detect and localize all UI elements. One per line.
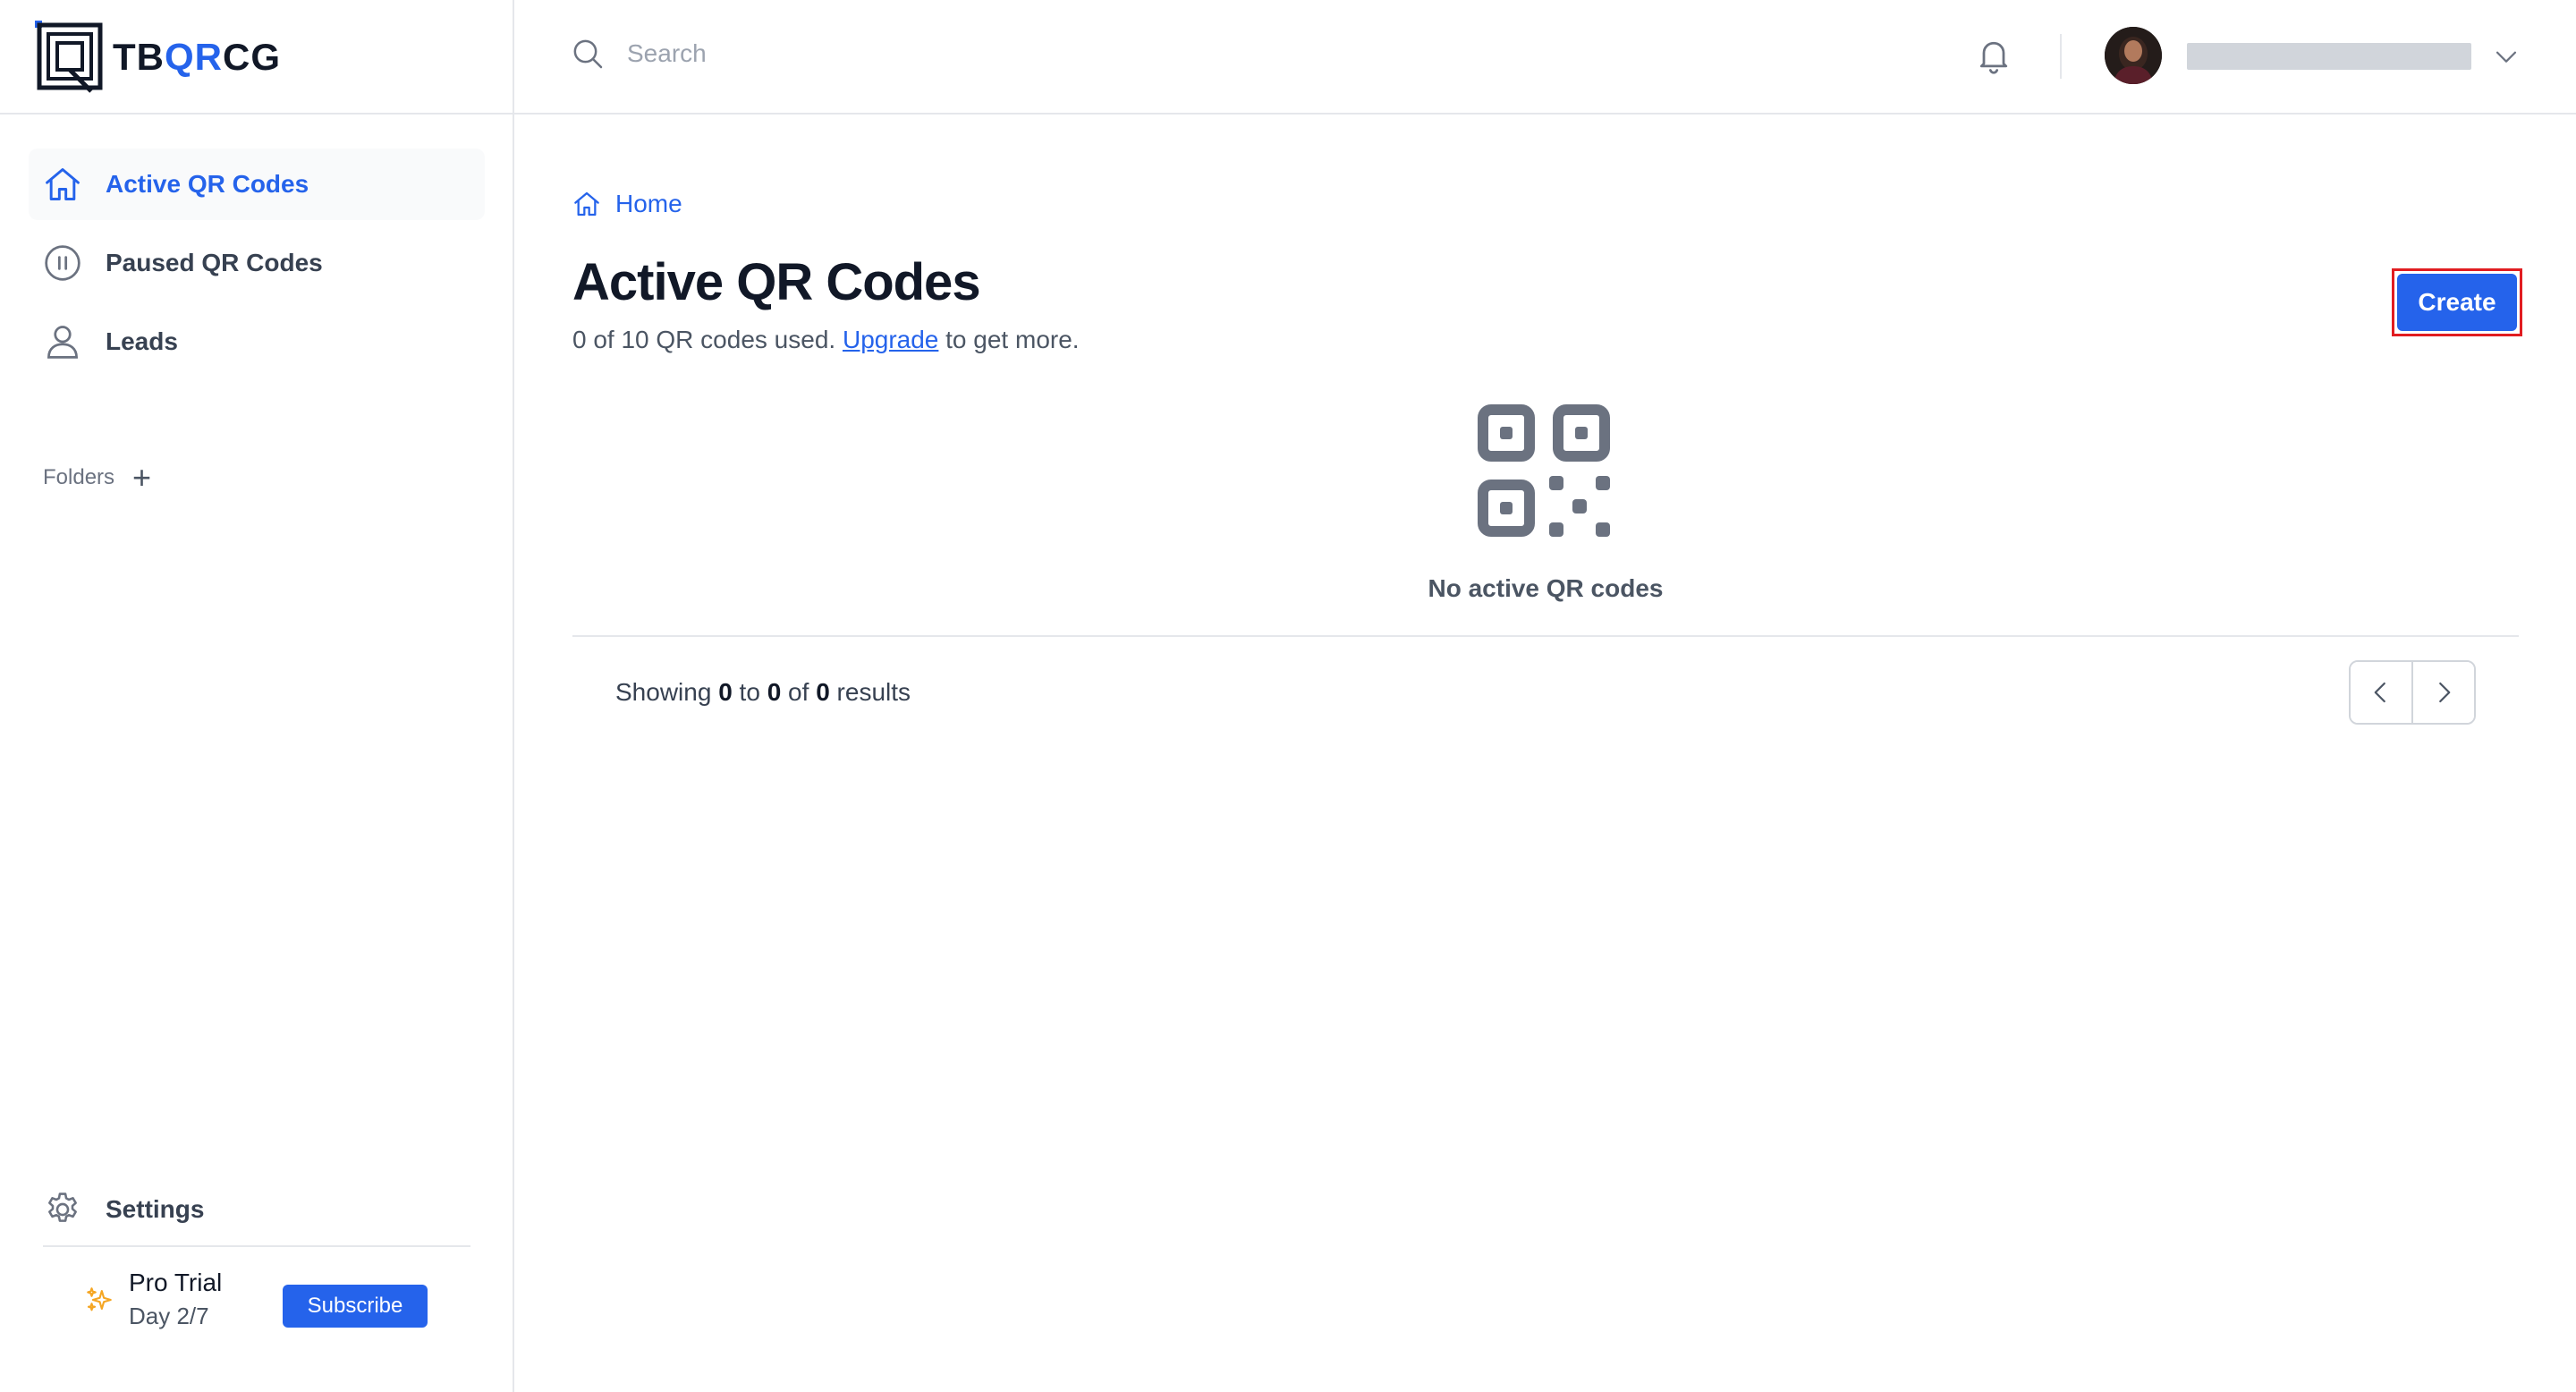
sidebar-header-divider	[0, 113, 514, 115]
bell-icon[interactable]	[1974, 36, 2013, 75]
gear-icon	[48, 1193, 77, 1222]
sidebar-item-settings[interactable]: Settings	[43, 1190, 204, 1229]
pause-circle-icon	[43, 243, 82, 283]
chevron-down-icon[interactable]	[2491, 41, 2521, 72]
create-button[interactable]: Create	[2397, 274, 2517, 331]
sidebar-item-leads[interactable]: Leads	[29, 306, 485, 378]
sidebar-nav: Active QR Codes Paused QR Codes Leads	[29, 149, 485, 385]
create-button-highlight: Create	[2392, 268, 2522, 336]
avatar[interactable]	[2105, 27, 2162, 84]
search-bar	[570, 36, 1164, 72]
sidebar-item-label: Active QR Codes	[106, 170, 309, 198]
sidebar-item-paused-qr-codes[interactable]: Paused QR Codes	[29, 227, 485, 299]
trial-day: Day 2/7	[129, 1303, 209, 1329]
empty-state-text: No active QR codes	[1428, 574, 1664, 602]
brand-logo[interactable]: TBQRCG	[34, 20, 281, 95]
home-icon	[574, 191, 599, 216]
add-folder-button[interactable]: +	[132, 462, 151, 494]
search-input[interactable]	[627, 39, 1164, 68]
top-bar	[514, 0, 2576, 115]
upgrade-link[interactable]: Upgrade	[843, 326, 938, 353]
home-icon	[43, 165, 82, 204]
sidebar-item-active-qr-codes[interactable]: Active QR Codes	[29, 149, 485, 220]
next-page-button[interactable]	[2413, 662, 2474, 723]
trial-panel: Pro Trial Day 2/7	[84, 1269, 222, 1330]
user-name-redacted[interactable]	[2187, 43, 2471, 70]
settings-divider	[43, 1245, 470, 1247]
sidebar-item-label: Leads	[106, 327, 178, 355]
user-icon	[43, 322, 82, 361]
sidebar: TBQRCG Active QR Codes Paused QR Codes L…	[0, 0, 514, 1392]
chevron-left-icon	[2374, 682, 2385, 703]
brand-name: TBQRCG	[113, 36, 281, 78]
folders-label: Folders	[43, 465, 115, 489]
sidebar-item-label: Paused QR Codes	[106, 249, 323, 276]
subscribe-button[interactable]: Subscribe	[283, 1285, 428, 1328]
avatar-image-icon	[2105, 27, 2162, 84]
logo-icon	[35, 21, 103, 93]
breadcrumb[interactable]: Home	[572, 190, 682, 218]
qr-code-icon	[1478, 404, 1610, 537]
page-title: Active QR Codes	[572, 253, 981, 311]
pagination-summary: Showing 0 to 0 of 0 results	[615, 678, 911, 706]
topbar-divider	[2060, 34, 2062, 79]
search-icon	[573, 39, 603, 69]
chevron-right-icon	[2439, 682, 2451, 703]
list-divider	[572, 635, 2519, 637]
usage-text: 0 of 10 QR codes used. Upgrade to get mo…	[572, 326, 1080, 353]
pagination-controls	[2349, 660, 2476, 725]
sparkles-icon	[87, 1286, 112, 1311]
breadcrumb-home[interactable]: Home	[615, 190, 682, 218]
previous-page-button[interactable]	[2351, 662, 2413, 723]
trial-title: Pro Trial	[129, 1269, 223, 1296]
folders-section: Folders +	[43, 462, 151, 494]
settings-label: Settings	[106, 1195, 205, 1223]
